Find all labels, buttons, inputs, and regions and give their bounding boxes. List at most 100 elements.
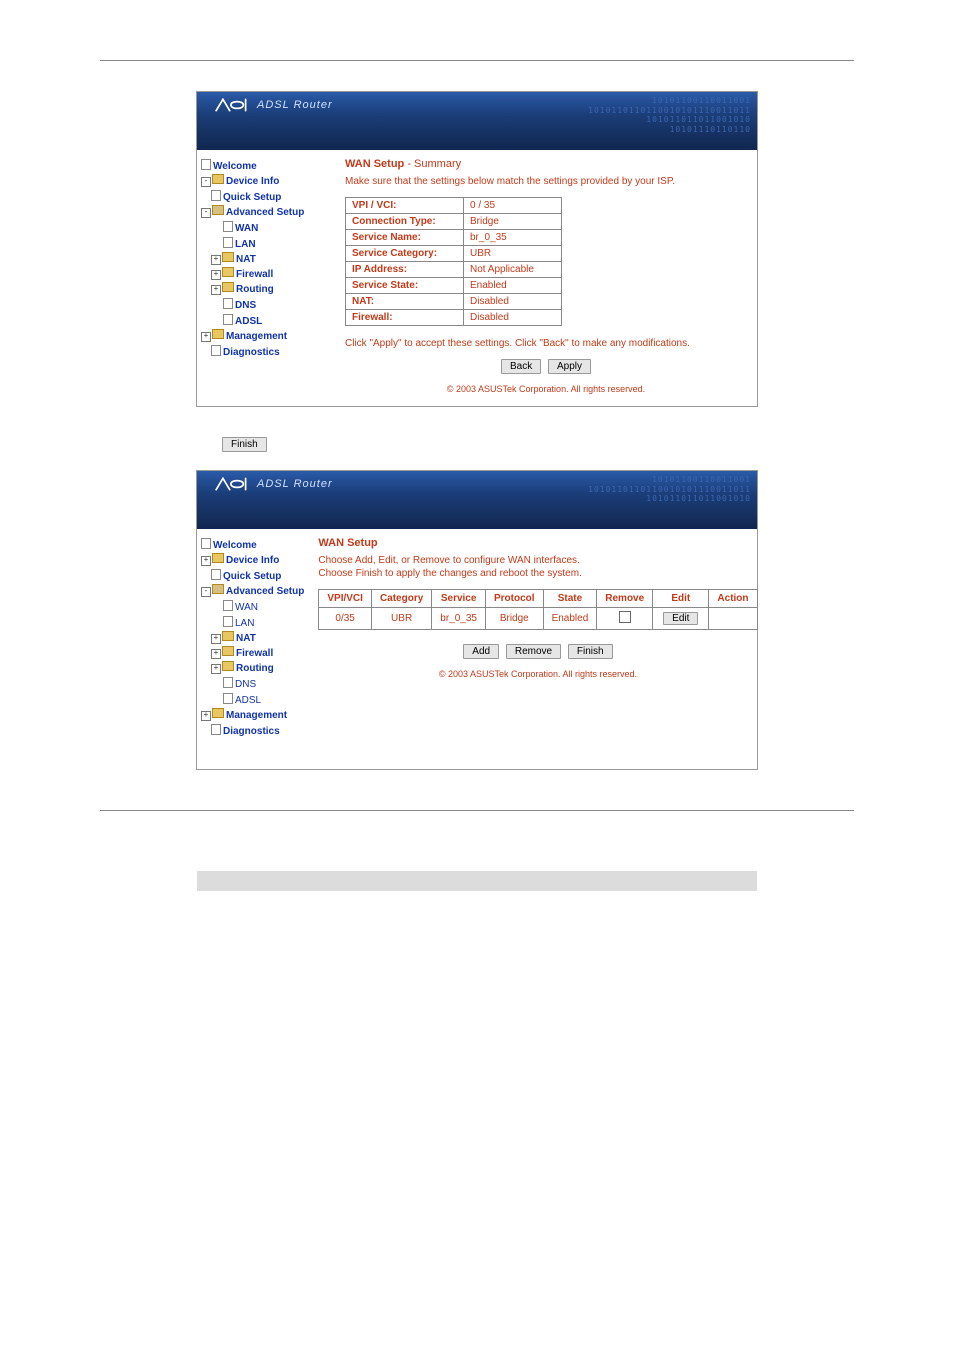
nav-advanced-setup[interactable]: Advanced Setup [226, 586, 304, 597]
remove-button[interactable]: Remove [506, 644, 561, 659]
page-divider-mid [100, 810, 854, 811]
col-remove: Remove [597, 590, 653, 608]
expand-icon[interactable]: + [211, 270, 221, 280]
finish-button-inline[interactable]: Finish [222, 437, 267, 452]
col-category: Category [371, 590, 431, 608]
nav-wan[interactable]: WAN [235, 602, 258, 613]
folder-open-icon [212, 584, 224, 594]
expand-icon[interactable]: + [201, 332, 211, 342]
value-ip-address: Not Applicable [464, 262, 562, 278]
collapse-icon[interactable]: - [201, 208, 211, 218]
help-text-1: Choose Add, Edit, or Remove to configure… [318, 555, 757, 566]
expand-icon[interactable]: + [201, 711, 211, 721]
brand-logo: ADSL Router [215, 98, 333, 112]
nav-diagnostics[interactable]: Diagnostics [223, 347, 280, 358]
folder-icon [212, 708, 224, 718]
add-button[interactable]: Add [463, 644, 499, 659]
folder-icon [212, 553, 224, 563]
remove-checkbox[interactable] [619, 611, 631, 623]
folder-icon [222, 282, 234, 292]
nav-welcome[interactable]: Welcome [213, 540, 257, 551]
nav-device-info[interactable]: Device Info [226, 555, 279, 566]
nav-advanced-setup[interactable]: Advanced Setup [226, 207, 304, 218]
doc-icon [211, 569, 221, 580]
doc-icon [223, 693, 233, 704]
edit-button[interactable]: Edit [663, 612, 698, 625]
expand-icon[interactable]: + [201, 556, 211, 566]
cell-edit: Edit [653, 608, 709, 630]
collapse-icon[interactable]: - [201, 587, 211, 597]
folder-icon [222, 661, 234, 671]
label-service-name: Service Name: [346, 230, 464, 246]
cell-vpi-vci: 0/35 [319, 608, 372, 630]
expand-icon[interactable]: + [211, 649, 221, 659]
label-nat: NAT: [346, 294, 464, 310]
folder-open-icon [212, 205, 224, 215]
back-button[interactable]: Back [501, 359, 541, 374]
nav-adsl[interactable]: ADSL [235, 316, 262, 327]
nav-sidebar: Welcome - Device Info Quick Setup - Advanc… [197, 150, 335, 406]
apply-note: Click "Apply" to accept these settings. … [345, 338, 747, 349]
nav-dns[interactable]: DNS [235, 300, 256, 311]
nav-management[interactable]: Management [226, 331, 287, 342]
nav-welcome[interactable]: Welcome [213, 161, 257, 172]
collapse-icon[interactable]: - [201, 177, 211, 187]
cell-state: Enabled [543, 608, 597, 630]
folder-icon [212, 174, 224, 184]
value-connection-type: Bridge [464, 214, 562, 230]
doc-icon [223, 237, 233, 248]
nav-lan[interactable]: LAN [235, 239, 256, 250]
nav-nat[interactable]: NAT [236, 633, 256, 644]
cell-protocol: Bridge [486, 608, 544, 630]
nav-wan[interactable]: WAN [235, 223, 258, 234]
nav-firewall[interactable]: Firewall [236, 269, 273, 280]
table-row: 0/35 UBR br_0_35 Bridge Enabled Edit [319, 608, 757, 630]
header-decoration: 1010110011001100110101101101100101011100… [588, 96, 751, 134]
col-action: Action [709, 590, 757, 608]
brand-product: ADSL Router [257, 478, 333, 490]
nav-dns[interactable]: DNS [235, 679, 256, 690]
nav-routing[interactable]: Routing [236, 284, 274, 295]
expand-icon[interactable]: + [211, 285, 221, 295]
apply-button[interactable]: Apply [548, 359, 591, 374]
label-service-state: Service State: [346, 278, 464, 294]
value-firewall: Disabled [464, 310, 562, 326]
nav-routing[interactable]: Routing [236, 663, 274, 674]
label-firewall: Firewall: [346, 310, 464, 326]
expand-icon[interactable]: + [211, 664, 221, 674]
nav-lan[interactable]: LAN [235, 618, 254, 629]
router-panel-summary: ADSL Router 1010110011001100110101101101… [196, 91, 758, 407]
nav-management[interactable]: Management [226, 710, 287, 721]
doc-icon [211, 345, 221, 356]
page-title: WAN Setup [318, 537, 757, 549]
value-vpi-vci: 0 / 35 [464, 198, 562, 214]
nav-quick-setup[interactable]: Quick Setup [223, 571, 281, 582]
page-title: WAN Setup - Summary [345, 158, 747, 170]
value-service-state: Enabled [464, 278, 562, 294]
expand-icon[interactable]: + [211, 634, 221, 644]
col-protocol: Protocol [486, 590, 544, 608]
copyright: © 2003 ASUSTek Corporation. All rights r… [318, 665, 757, 683]
nav-sidebar: Welcome + Device Info Quick Setup - Advanc… [197, 529, 308, 769]
doc-icon [223, 314, 233, 325]
col-service: Service [432, 590, 486, 608]
label-vpi-vci: VPI / VCI: [346, 198, 464, 214]
finish-button[interactable]: Finish [568, 644, 613, 659]
cell-category: UBR [371, 608, 431, 630]
page-divider-top [100, 60, 854, 61]
content-area: WAN Setup Choose Add, Edit, or Remove to… [308, 529, 767, 769]
nav-diagnostics[interactable]: Diagnostics [223, 726, 280, 737]
content-area: WAN Setup - Summary Make sure that the s… [335, 150, 757, 406]
nav-quick-setup[interactable]: Quick Setup [223, 192, 281, 203]
nav-nat[interactable]: NAT [236, 254, 256, 265]
doc-icon [223, 221, 233, 232]
nav-adsl[interactable]: ADSL [235, 695, 261, 706]
doc-icon [201, 538, 211, 549]
brand-logo: ADSL Router [215, 477, 333, 491]
value-nat: Disabled [464, 294, 562, 310]
copyright: © 2003 ASUSTek Corporation. All rights r… [345, 380, 747, 398]
nav-firewall[interactable]: Firewall [236, 648, 273, 659]
help-text: Make sure that the settings below match … [345, 176, 747, 187]
nav-device-info[interactable]: Device Info [226, 176, 279, 187]
expand-icon[interactable]: + [211, 255, 221, 265]
